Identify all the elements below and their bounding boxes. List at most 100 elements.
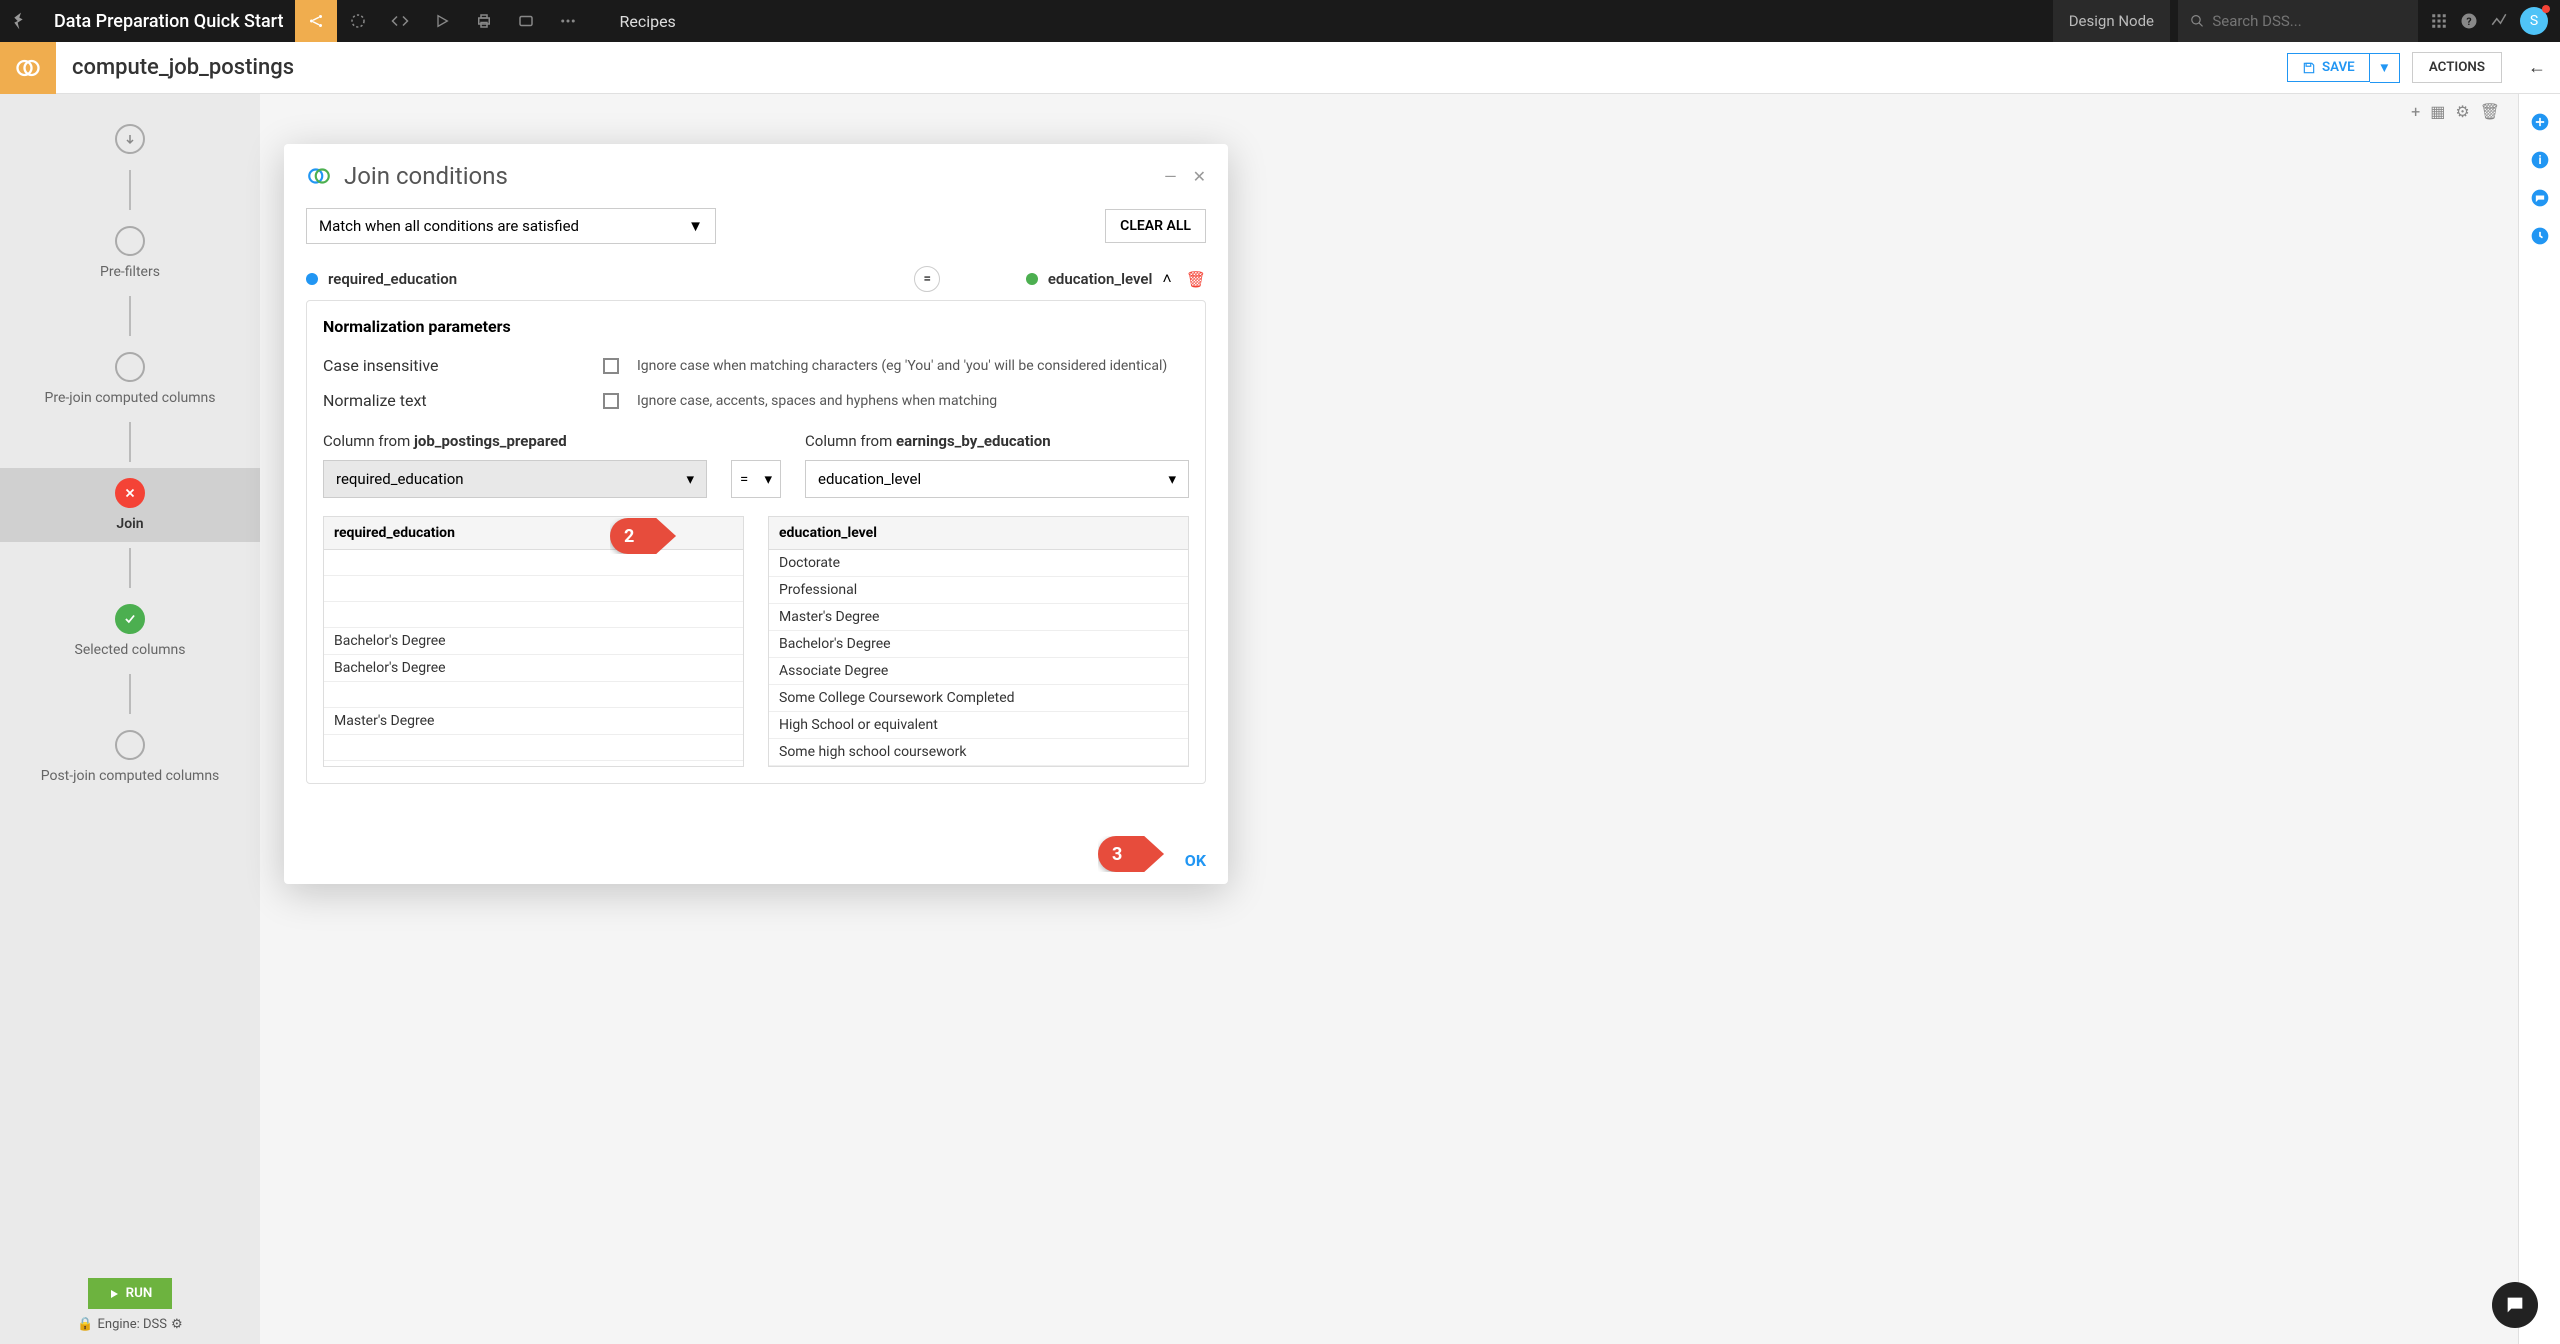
step-postjoin[interactable]: Post-join computed columns <box>0 720 260 794</box>
share-icon[interactable] <box>295 0 337 42</box>
modal-title: Join conditions <box>344 162 508 190</box>
chevron-down-icon: ▼ <box>688 217 703 235</box>
svg-text:i: i <box>2538 153 2541 167</box>
main-area: Pre-filters Pre-join computed columns Jo… <box>0 94 2560 1344</box>
left-preview-table: required_education Bachelor's DegreeBach… <box>323 516 744 767</box>
gear-icon[interactable]: ⚙ <box>2455 102 2469 121</box>
step-selected-columns[interactable]: Selected columns <box>0 594 260 668</box>
save-dropdown[interactable]: ▼ <box>2370 53 2400 83</box>
normalize-label: Normalize text <box>323 391 603 410</box>
table-cell: Bachelor's Degree <box>324 628 743 655</box>
search-input[interactable] <box>2212 12 2406 30</box>
user-avatar[interactable]: S <box>2520 7 2548 35</box>
table-cell <box>324 682 743 708</box>
search-icon <box>2190 13 2204 29</box>
recipe-type-icon <box>0 42 56 94</box>
add-icon[interactable]: + <box>2411 102 2420 121</box>
step-join[interactable]: Join <box>0 468 260 542</box>
save-icon <box>2302 61 2316 75</box>
operator-value: = <box>740 470 748 488</box>
chevron-up-icon[interactable]: ˄ <box>1162 269 1171 289</box>
recipe-name: compute_job_postings <box>56 55 310 80</box>
table-cell: Master's Degree <box>769 604 1188 631</box>
step-prejoin[interactable]: Pre-join computed columns <box>0 342 260 416</box>
content-toolbar: + ▦ ⚙ 🗑 <box>2411 102 2500 121</box>
operator-select[interactable]: = ▾ <box>731 460 781 498</box>
table-cell <box>324 602 743 628</box>
grid-icon[interactable]: ▦ <box>2430 102 2445 121</box>
join-icon <box>306 163 332 189</box>
help-icon[interactable]: ? <box>2460 12 2478 30</box>
steps-sidebar: Pre-filters Pre-join computed columns Jo… <box>0 94 260 1344</box>
table-cell <box>324 576 743 602</box>
right-column-value: education_level <box>818 470 921 488</box>
project-title[interactable]: Data Preparation Quick Start <box>42 11 295 32</box>
topbar: Data Preparation Quick Start Recipes Des… <box>0 0 2560 42</box>
play-icon[interactable] <box>421 0 463 42</box>
right-preview-header: education_level <box>769 517 1188 550</box>
delete-icon[interactable]: 🗑 <box>2480 102 2500 121</box>
case-label: Case insensitive <box>323 356 603 375</box>
condition-summary-row[interactable]: required_education = education_level ˄ 🗑 <box>306 258 1206 300</box>
rail-info-icon[interactable]: i <box>2530 150 2550 170</box>
table-cell: Some high school coursework <box>769 739 1188 766</box>
actions-button[interactable]: ACTIONS <box>2412 52 2502 83</box>
delete-condition-icon[interactable]: 🗑 <box>1186 270 1206 289</box>
step-label: Post-join computed columns <box>41 768 220 784</box>
back-arrow-icon[interactable]: ← <box>2514 57 2560 78</box>
normalize-desc: Ignore case, accents, spaces and hyphens… <box>637 393 997 409</box>
right-preview-table: education_level DoctorateProfessionalMas… <box>768 516 1189 767</box>
case-insensitive-checkbox[interactable] <box>603 358 619 374</box>
right-rail: i <box>2518 94 2560 1344</box>
table-cell: Associate Degree <box>769 658 1188 685</box>
table-cell: High School or equivalent <box>769 712 1188 739</box>
flow-icon[interactable] <box>337 0 379 42</box>
recipe-header: compute_job_postings SAVE ▼ ACTIONS ← <box>0 42 2560 94</box>
table-cell: Doctorate <box>769 550 1188 577</box>
run-button[interactable]: RUN <box>88 1278 173 1309</box>
minimize-icon[interactable]: — <box>1164 167 1177 186</box>
design-node-label[interactable]: Design Node <box>2053 0 2170 42</box>
join-conditions-modal: Join conditions — ✕ Match when all condi… <box>284 144 1228 884</box>
more-icon[interactable] <box>547 0 589 42</box>
id-icon[interactable] <box>505 0 547 42</box>
normalize-text-checkbox[interactable] <box>603 393 619 409</box>
print-icon[interactable] <box>463 0 505 42</box>
gear-icon: ⚙ <box>171 1317 183 1332</box>
activity-icon[interactable] <box>2490 12 2508 30</box>
left-column-select[interactable]: required_education ▾ <box>323 460 707 498</box>
global-search[interactable] <box>2178 0 2418 42</box>
rail-add-icon[interactable] <box>2530 112 2550 132</box>
condition-details: Normalization parameters Case insensitiv… <box>306 300 1206 784</box>
table-cell <box>324 735 743 761</box>
step-label: Join <box>116 516 143 532</box>
chat-bubble-icon[interactable] <box>2492 1282 2538 1328</box>
rail-comment-icon[interactable] <box>2530 188 2550 208</box>
step-prefilters[interactable]: Pre-filters <box>0 216 260 290</box>
engine-label[interactable]: 🔒 Engine: DSS ⚙ <box>77 1317 182 1332</box>
table-cell: Bachelor's Degree <box>324 655 743 682</box>
play-icon <box>108 1288 120 1300</box>
table-cell: Professional <box>769 577 1188 604</box>
right-dot <box>1026 273 1038 285</box>
right-col-summary: education_level <box>1048 270 1153 288</box>
step-label: Selected columns <box>75 642 186 658</box>
match-mode-select[interactable]: Match when all conditions are satisfied … <box>306 208 716 244</box>
right-column-select[interactable]: education_level ▾ <box>805 460 1189 498</box>
app-logo[interactable] <box>0 0 42 42</box>
ok-button[interactable]: OK <box>1185 851 1206 870</box>
save-button[interactable]: SAVE <box>2287 53 2370 82</box>
table-cell: Bachelor's Degree <box>769 631 1188 658</box>
chevron-down-icon: ▾ <box>764 470 772 488</box>
close-icon[interactable]: ✕ <box>1193 167 1206 186</box>
right-column-from: Column from earnings_by_education <box>805 432 1189 450</box>
match-mode-value: Match when all conditions are satisfied <box>319 217 579 235</box>
clear-all-button[interactable]: CLEAR ALL <box>1105 209 1206 243</box>
apps-icon[interactable] <box>2430 12 2448 30</box>
normalize-text-row: Normalize text Ignore case, accents, spa… <box>323 383 1189 418</box>
code-icon[interactable] <box>379 0 421 42</box>
recipes-tab[interactable]: Recipes <box>599 12 695 31</box>
step-input[interactable] <box>0 114 260 164</box>
rail-history-icon[interactable] <box>2530 226 2550 246</box>
left-column-from: Column from job_postings_prepared <box>323 432 707 450</box>
